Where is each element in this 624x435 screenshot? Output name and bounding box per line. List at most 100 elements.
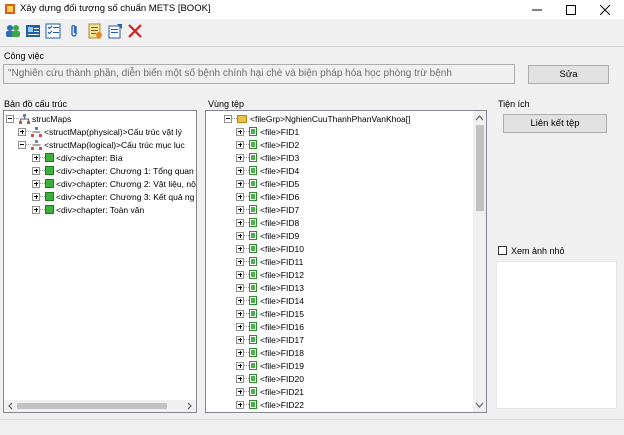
tree-chapter[interactable]: <div>chapter: Chương 1: Tổng quan bbox=[32, 164, 194, 177]
expand-icon[interactable] bbox=[236, 283, 244, 292]
expand-icon[interactable] bbox=[236, 361, 244, 370]
chapter-label: <div>chapter: Chương 3: Kết quả ng bbox=[56, 191, 195, 202]
file-item[interactable]: <file>FID20 bbox=[236, 372, 304, 385]
tree-root[interactable]: strucMaps bbox=[6, 112, 71, 125]
maximize-icon bbox=[566, 4, 576, 15]
expand-icon[interactable] bbox=[236, 296, 244, 305]
file-item[interactable]: <file>FID2 bbox=[236, 138, 299, 151]
expand-icon[interactable] bbox=[32, 192, 40, 201]
file-item[interactable]: <file>FID11 bbox=[236, 255, 303, 268]
file-item[interactable]: <file>FID14 bbox=[236, 294, 304, 307]
expand-icon[interactable] bbox=[236, 400, 244, 409]
file-item[interactable]: <file>FID1 bbox=[236, 125, 299, 138]
file-item[interactable]: <file>FID4 bbox=[236, 164, 299, 177]
file-item[interactable]: <file>FID6 bbox=[236, 190, 299, 203]
expand-icon[interactable] bbox=[32, 205, 40, 214]
expand-icon[interactable] bbox=[32, 166, 40, 175]
expand-icon[interactable] bbox=[236, 322, 244, 331]
toolbar-id-card-button[interactable] bbox=[24, 22, 41, 39]
tree-node-physical[interactable]: <structMap(physical)>Cấu trúc vật lý bbox=[18, 125, 182, 138]
edit-button[interactable]: Sửa bbox=[528, 65, 609, 84]
file-tree[interactable]: <fileGrp>NghienCuuThanhPhanVanKhoa[] <fi… bbox=[205, 110, 487, 413]
tree-chapter[interactable]: <div>chapter: Toàn văn bbox=[32, 203, 144, 216]
minimize-button[interactable] bbox=[520, 0, 554, 19]
file-item[interactable]: <file>FID16 bbox=[236, 320, 304, 333]
expand-icon[interactable] bbox=[32, 179, 40, 188]
task-input[interactable]: "Nghiên cứu thành phần, diễn biến một số… bbox=[3, 64, 515, 84]
file-item[interactable]: <file>FID18 bbox=[236, 346, 304, 359]
file-item[interactable]: <file>FID13 bbox=[236, 281, 304, 294]
chapter-icon bbox=[45, 153, 54, 162]
file-item[interactable]: <file>FID21 bbox=[236, 385, 304, 398]
tree-chapter[interactable]: <div>chapter: Chương 3: Kết quả ng bbox=[32, 190, 194, 203]
structure-icon bbox=[19, 113, 30, 124]
expand-icon[interactable] bbox=[236, 192, 244, 201]
structure-tree[interactable]: strucMaps <structMap(physical)>Cấu trúc … bbox=[3, 110, 197, 413]
expand-icon[interactable] bbox=[236, 374, 244, 383]
expand-icon[interactable] bbox=[236, 140, 244, 149]
expand-icon[interactable] bbox=[18, 127, 26, 136]
expand-icon[interactable] bbox=[32, 153, 40, 162]
expand-icon[interactable] bbox=[236, 218, 244, 227]
tree-chapter[interactable]: <div>chapter: Chương 2: Vật liệu, nội bbox=[32, 177, 196, 190]
thumbnail-preview bbox=[496, 261, 617, 409]
expand-icon[interactable] bbox=[236, 244, 244, 253]
link-files-button[interactable]: Liên kết tệp bbox=[503, 114, 607, 133]
toolbar-attach-button[interactable] bbox=[66, 22, 83, 39]
expand-icon[interactable] bbox=[236, 270, 244, 279]
expand-icon[interactable] bbox=[236, 153, 244, 162]
toolbar-delete-button[interactable] bbox=[126, 22, 143, 39]
collapse-icon[interactable] bbox=[18, 140, 26, 149]
toolbar-export-button[interactable] bbox=[106, 22, 123, 39]
file-item[interactable]: <file>FID10 bbox=[236, 242, 304, 255]
file-item[interactable]: <file>FID19 bbox=[236, 359, 304, 372]
tree-node-logical[interactable]: <structMap(logical)>Cấu trúc mục lục bbox=[18, 138, 185, 151]
file-item[interactable]: <file>FID15 bbox=[236, 307, 304, 320]
structure-h-scroll-thumb[interactable] bbox=[17, 403, 167, 409]
tree-chapter[interactable]: <div>chapter: Bìa bbox=[32, 151, 123, 164]
expand-icon[interactable] bbox=[236, 309, 244, 318]
status-bar-divider bbox=[0, 419, 624, 420]
close-button[interactable] bbox=[588, 0, 622, 19]
file-label: <file>FID12 bbox=[260, 269, 304, 280]
expand-icon[interactable] bbox=[236, 348, 244, 357]
structure-icon bbox=[31, 126, 42, 137]
file-icon bbox=[249, 335, 257, 344]
scroll-right-icon[interactable] bbox=[184, 400, 194, 412]
expand-icon[interactable] bbox=[236, 127, 244, 136]
scroll-up-icon[interactable] bbox=[473, 113, 486, 123]
file-v-scrollbar[interactable] bbox=[473, 111, 486, 412]
file-icon bbox=[249, 179, 257, 188]
expand-icon[interactable] bbox=[236, 387, 244, 396]
expand-icon[interactable] bbox=[236, 166, 244, 175]
file-item[interactable]: <file>FID17 bbox=[236, 333, 304, 346]
scroll-down-icon[interactable] bbox=[473, 400, 486, 410]
expand-icon[interactable] bbox=[236, 205, 244, 214]
tree-node-label: <structMap(physical)>Cấu trúc vật lý bbox=[44, 126, 182, 137]
collapse-icon[interactable] bbox=[224, 114, 232, 123]
thumbnail-checkbox[interactable] bbox=[498, 246, 507, 255]
maximize-button[interactable] bbox=[554, 0, 588, 19]
file-label: <file>FID9 bbox=[260, 230, 300, 241]
file-item[interactable]: <file>FID7 bbox=[236, 203, 299, 216]
file-v-scroll-thumb[interactable] bbox=[476, 125, 484, 211]
file-item[interactable]: <file>FID8 bbox=[236, 216, 299, 229]
file-item[interactable]: <file>FID5 bbox=[236, 177, 299, 190]
file-item[interactable]: <file>FID3 bbox=[236, 151, 299, 164]
expand-icon[interactable] bbox=[236, 231, 244, 240]
expand-icon[interactable] bbox=[236, 257, 244, 266]
scroll-left-icon[interactable] bbox=[6, 400, 16, 412]
file-label: <file>FID14 bbox=[260, 295, 304, 306]
expand-icon[interactable] bbox=[236, 335, 244, 344]
toolbar-checklist-button[interactable] bbox=[44, 22, 61, 39]
file-item[interactable]: <file>FID22 bbox=[236, 398, 304, 411]
file-item[interactable]: <file>FID12 bbox=[236, 268, 304, 281]
file-item[interactable]: <file>FID9 bbox=[236, 229, 299, 242]
collapse-icon[interactable] bbox=[6, 114, 14, 123]
structure-h-scrollbar[interactable] bbox=[4, 400, 196, 412]
file-group-node[interactable]: <fileGrp>NghienCuuThanhPhanVanKhoa[] bbox=[224, 112, 411, 125]
file-icon bbox=[249, 218, 257, 227]
toolbar-document-button[interactable] bbox=[86, 22, 103, 39]
toolbar-users-button[interactable] bbox=[4, 22, 21, 39]
expand-icon[interactable] bbox=[236, 179, 244, 188]
